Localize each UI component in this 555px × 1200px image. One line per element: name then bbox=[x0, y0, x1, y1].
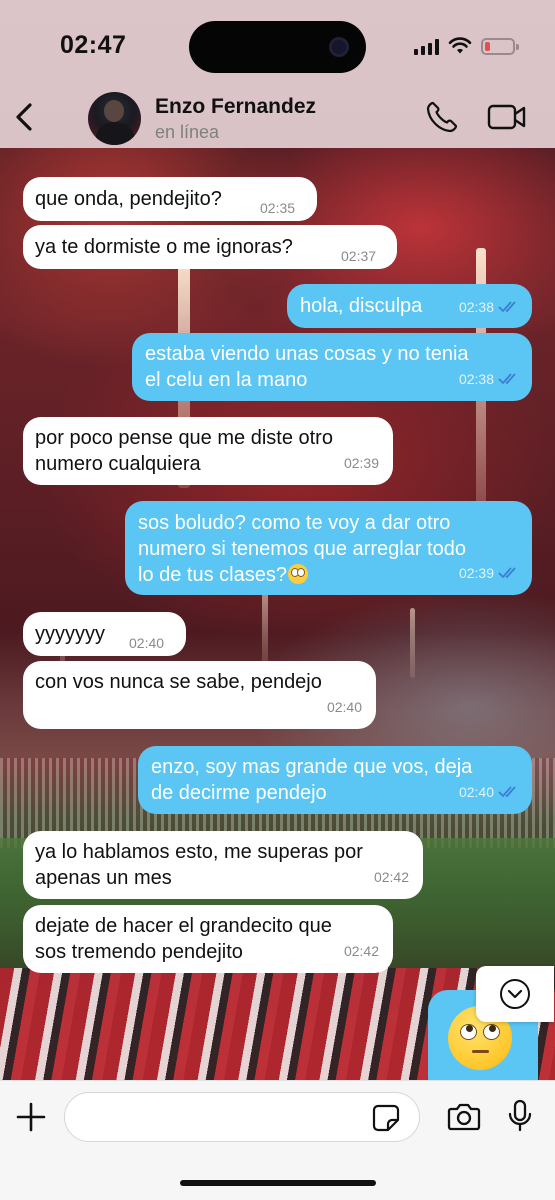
read-receipt-icon bbox=[498, 786, 516, 798]
message-time: 02:42 bbox=[343, 943, 379, 959]
face-with-rolling-eyes-icon bbox=[287, 564, 308, 584]
message-text: con vos nunca se sabe, pendejo bbox=[35, 671, 322, 693]
camera-icon[interactable] bbox=[447, 1102, 481, 1132]
phone-icon[interactable] bbox=[425, 100, 459, 134]
message-input[interactable] bbox=[64, 1092, 420, 1142]
battery-level bbox=[485, 42, 490, 51]
message-time: 02:38 bbox=[458, 371, 494, 387]
message-time: 02:42 bbox=[373, 869, 409, 885]
scroll-to-bottom-button[interactable] bbox=[476, 966, 554, 1022]
message-bubble-outgoing[interactable]: sos boludo? como te voy a dar otro numer… bbox=[125, 501, 532, 595]
message-time: 02:35 bbox=[260, 200, 296, 216]
message-time: 02:40 bbox=[326, 699, 362, 715]
message-time: 02:38 bbox=[458, 299, 494, 315]
message-bubble-incoming[interactable]: dejate de hacer el grandecito que sos tr… bbox=[23, 905, 393, 973]
message-time: 02:37 bbox=[341, 248, 377, 264]
chat-header: 02:47 Enzo Fernandez en línea bbox=[0, 0, 555, 148]
dynamic-island bbox=[189, 21, 366, 73]
read-receipt-icon bbox=[498, 373, 516, 385]
contact-avatar[interactable] bbox=[88, 92, 141, 145]
message-bubble-incoming[interactable]: con vos nunca se sabe, pendejo 02:40 bbox=[23, 661, 376, 729]
message-text: por poco pense que me diste otro numero … bbox=[35, 427, 333, 475]
contact-status: en línea bbox=[155, 122, 220, 142]
front-camera bbox=[329, 37, 349, 57]
message-time: 02:40 bbox=[458, 784, 494, 800]
sticker-icon[interactable] bbox=[372, 1104, 400, 1132]
message-bubble-incoming[interactable]: ya lo hablamos esto, me superas por apen… bbox=[23, 831, 423, 899]
message-text: ya lo hablamos esto, me superas por apen… bbox=[35, 841, 363, 889]
contact-name[interactable]: Enzo Fernandez bbox=[155, 95, 316, 119]
home-indicator[interactable] bbox=[180, 1180, 376, 1186]
message-bubble-outgoing[interactable]: estaba viendo unas cosas y no tenia el c… bbox=[132, 333, 532, 401]
message-time: 02:39 bbox=[343, 455, 379, 471]
chevron-down-icon bbox=[500, 979, 530, 1009]
message-bubble-outgoing[interactable]: hola, disculpa 02:38 bbox=[287, 284, 532, 328]
status-time: 02:47 bbox=[60, 31, 127, 59]
message-time: 02:39 bbox=[458, 565, 494, 581]
microphone-icon[interactable] bbox=[508, 1099, 532, 1133]
message-text: ya te dormiste o me ignoras? bbox=[35, 236, 293, 258]
message-bubble-incoming[interactable]: que onda, pendejito? 02:35 bbox=[23, 177, 317, 221]
read-receipt-icon bbox=[498, 567, 516, 579]
video-camera-icon[interactable] bbox=[487, 103, 527, 131]
battery-icon bbox=[481, 38, 519, 55]
cellular-signal-icon bbox=[414, 38, 439, 55]
wifi-icon bbox=[448, 37, 472, 55]
message-bubble-incoming[interactable]: yyyyyyy 02:40 bbox=[23, 612, 186, 656]
read-receipt-icon bbox=[498, 301, 516, 313]
message-time: 02:40 bbox=[129, 635, 165, 651]
status-icons bbox=[414, 37, 519, 55]
message-bubble-outgoing[interactable]: enzo, soy mas grande que vos, deja de de… bbox=[138, 746, 532, 814]
message-bubble-incoming[interactable]: por poco pense que me diste otro numero … bbox=[23, 417, 393, 485]
message-text: dejate de hacer el grandecito que sos tr… bbox=[35, 915, 332, 963]
message-bubble-incoming[interactable]: ya te dormiste o me ignoras? 02:37 bbox=[23, 225, 397, 269]
back-chevron-icon[interactable] bbox=[10, 98, 38, 136]
plus-icon[interactable] bbox=[15, 1101, 47, 1133]
